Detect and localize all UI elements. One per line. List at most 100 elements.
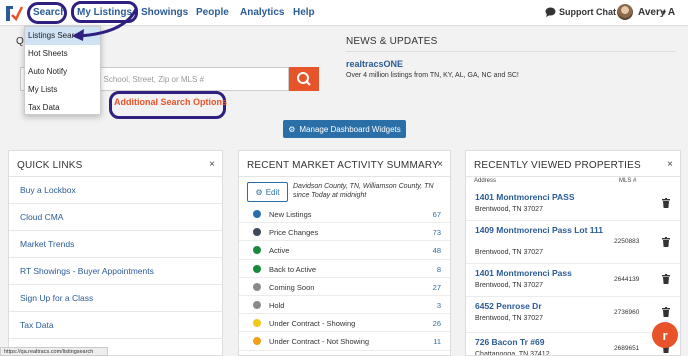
market-row-count[interactable]: 3	[437, 301, 441, 310]
property-mls: 2644139	[614, 276, 640, 283]
status-dot-icon	[253, 228, 261, 237]
menu-item-hot-sheets[interactable]: Hot Sheets	[25, 45, 100, 63]
property-city: Brentwood, TN 37027	[475, 249, 543, 256]
menu-item-tax-data[interactable]: Tax Data	[25, 99, 100, 117]
support-chat-button[interactable]: Support Chat	[545, 7, 616, 17]
quick-links-title: QUICK LINKS	[17, 160, 83, 171]
annotation-oval-search	[27, 2, 67, 24]
nav-help[interactable]: Help	[293, 7, 315, 18]
market-row-label: Hold	[269, 300, 285, 310]
market-row[interactable]: Back to Active 8	[239, 260, 450, 278]
property-city: Chattanooga, TN 37412	[475, 351, 550, 356]
quick-link-buy-lockbox[interactable]: Buy a Lockbox	[9, 177, 222, 204]
edit-button[interactable]: ⚙ Edit	[247, 182, 288, 202]
trash-icon[interactable]	[662, 274, 670, 284]
recently-viewed-title: RECENTLY VIEWED PROPERTIES	[474, 160, 641, 171]
nav-people[interactable]: People	[196, 7, 229, 18]
market-row-count[interactable]: 8	[437, 265, 441, 274]
property-address-link[interactable]: 726 Bacon Tr #69	[475, 337, 544, 348]
status-dot-icon	[253, 246, 261, 255]
user-name[interactable]: Avery A	[638, 7, 675, 18]
property-address-link[interactable]: 1401 Montmorenci PASS	[475, 192, 575, 203]
property-address-link[interactable]: 1409 Montmorenci Pass Lot 111	[475, 225, 615, 236]
property-city: Brentwood, TN 37027	[475, 315, 543, 322]
property-city: Brentwood, TN 37027	[475, 282, 543, 289]
avatar[interactable]	[617, 4, 633, 20]
quick-link-cloud-cma[interactable]: Cloud CMA	[9, 204, 222, 231]
quick-link-tax-data[interactable]: Tax Data	[9, 312, 222, 339]
realtracs-logo-icon[interactable]	[3, 3, 23, 23]
property-mls: 2250883	[614, 238, 640, 245]
status-dot-icon	[253, 210, 261, 218]
recently-viewed-widget: RECENTLY VIEWED PROPERTIES × Address MLS…	[465, 150, 681, 356]
browser-status-url: https://qa.realtracs.com/listingsearch	[0, 347, 108, 356]
market-row[interactable]: Price Changes 73	[239, 223, 450, 242]
widget-header: RECENT MARKET ACTIVITY SUMMARY ×	[239, 151, 450, 177]
menu-item-my-lists[interactable]: My Lists	[25, 81, 100, 99]
market-row-count[interactable]: 48	[433, 246, 441, 255]
chevron-down-icon[interactable]: ▾	[662, 8, 666, 17]
quick-link-rt-showings[interactable]: RT Showings - Buyer Appointments	[9, 258, 222, 285]
market-activity-widget: RECENT MARKET ACTIVITY SUMMARY × ⚙ Edit …	[238, 150, 451, 356]
additional-search-options-link[interactable]: Additional Search Options	[114, 97, 227, 107]
market-row[interactable]: Active 48	[239, 241, 450, 260]
trash-icon[interactable]	[662, 237, 670, 247]
support-chat-label: Support Chat	[559, 7, 616, 17]
quick-search-title: Q	[16, 36, 24, 47]
news-title: NEWS & UPDATES	[346, 36, 438, 47]
market-row[interactable]: Hold 3	[239, 296, 450, 315]
widget-header: QUICK LINKS ×	[9, 151, 222, 177]
news-link[interactable]: realtracsONE	[346, 59, 403, 69]
market-row-count[interactable]: 67	[433, 210, 441, 219]
market-row[interactable]: Coming Soon 27	[239, 278, 450, 296]
market-row-label: Active	[269, 246, 290, 256]
trash-icon[interactable]	[662, 198, 670, 208]
market-row-label: Price Changes	[269, 228, 319, 238]
annotation-arrow-icon	[72, 8, 138, 41]
chat-launcher-button[interactable]: r	[652, 322, 678, 348]
property-address-link[interactable]: 1401 Montmorenci Pass	[475, 268, 572, 279]
status-dot-icon	[253, 264, 261, 273]
market-row-count[interactable]: 11	[433, 337, 441, 346]
status-dot-icon	[253, 300, 261, 309]
widget-header: RECENTLY VIEWED PROPERTIES ×	[466, 151, 680, 177]
market-row[interactable]: Under Contract - Showing 26	[239, 314, 450, 333]
market-row[interactable]: Closed28	[239, 351, 450, 356]
quick-search-button[interactable]	[289, 67, 319, 91]
market-activity-list: New Listings 67 Price Changes 73 Active 48 Bac…	[239, 205, 450, 356]
market-activity-title: RECENT MARKET ACTIVITY SUMMARY	[247, 160, 439, 171]
divider	[346, 51, 676, 52]
close-icon[interactable]: ×	[667, 159, 673, 170]
property-row: 6452 Penrose Dr Brentwood, TN 37027 273696…	[466, 297, 680, 333]
property-row: 1401 Montmorenci Pass Brentwood, TN 37027…	[466, 264, 680, 297]
quick-link-market-trends[interactable]: Market Trends	[9, 231, 222, 258]
market-row-count[interactable]: 27	[433, 283, 441, 292]
column-headers: Address MLS #	[474, 178, 674, 184]
close-icon[interactable]: ×	[437, 159, 443, 170]
nav-analytics[interactable]: Analytics	[240, 7, 284, 18]
column-mls: MLS #	[619, 178, 637, 184]
status-dot-icon	[253, 337, 261, 346]
manage-dashboard-widgets-button[interactable]: ⚙ Manage Dashboard Widgets	[283, 120, 406, 138]
market-row-label: Back to Active	[269, 264, 317, 274]
menu-item-auto-notify[interactable]: Auto Notify	[25, 63, 100, 81]
property-row: 1401 Montmorenci PASS Brentwood, TN 37027	[466, 188, 680, 221]
market-description: Davidson County, TN, Williamson County, …	[293, 183, 434, 199]
market-row[interactable]: New Listings 67	[239, 205, 450, 224]
market-row-count[interactable]: 73	[433, 228, 441, 237]
status-dot-icon	[253, 282, 261, 291]
market-row[interactable]: Under Contract - Not Showing 11	[239, 332, 450, 351]
property-row: 1409 Montmorenci Pass Lot 111 Brentwood, …	[466, 221, 680, 264]
nav-showings[interactable]: Showings	[141, 7, 188, 18]
close-icon[interactable]: ×	[209, 159, 215, 170]
market-row-label: Under Contract - Not Showing	[269, 337, 370, 347]
gear-icon: ⚙	[288, 124, 296, 134]
quick-link-sign-up-class[interactable]: Sign Up for a Class	[9, 285, 222, 312]
manage-button-label: Manage Dashboard Widgets	[299, 124, 401, 134]
realtracs-chat-icon: r	[662, 327, 668, 343]
trash-icon[interactable]	[662, 307, 670, 317]
market-row-label: Under Contract - Showing	[269, 319, 356, 329]
property-address-link[interactable]: 6452 Penrose Dr	[475, 301, 542, 312]
market-row-count[interactable]: 26	[433, 319, 441, 328]
property-row: 726 Bacon Tr #69 Chattanooga, TN 37412 268…	[466, 333, 680, 356]
